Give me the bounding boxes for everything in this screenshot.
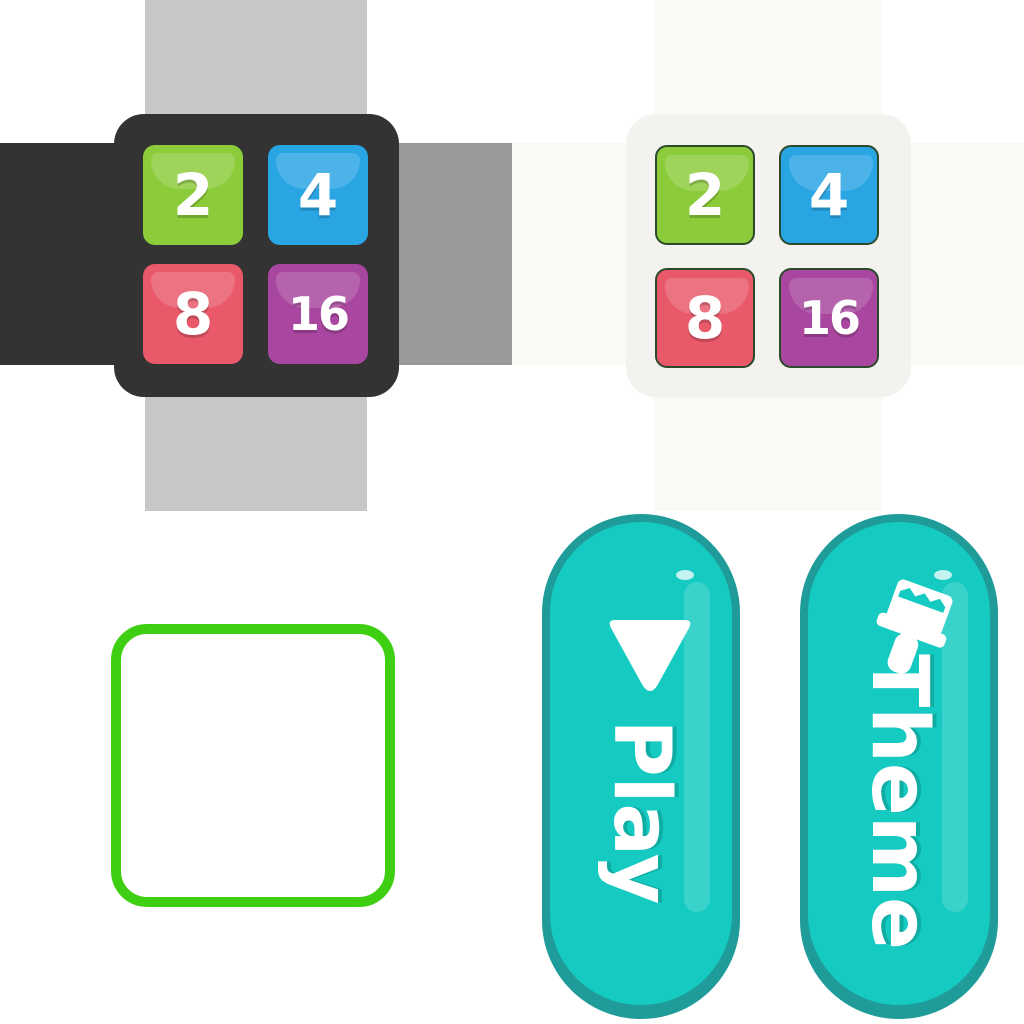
tile-2: 2 — [143, 145, 243, 245]
play-button[interactable]: Play — [542, 514, 740, 1019]
dark-watch-case: 2 4 8 16 — [114, 114, 399, 397]
selection-frame — [111, 624, 395, 907]
play-button-highlight — [676, 570, 694, 580]
play-button-face: Play — [550, 522, 732, 1005]
light-watch-case: 2 4 8 16 — [626, 114, 911, 397]
theme-button-face: Theme — [808, 522, 990, 1005]
theme-label: Theme — [854, 654, 944, 951]
tile-8: 8 — [143, 264, 243, 364]
tile-16: 16 — [268, 264, 368, 364]
play-icon — [609, 620, 691, 691]
tile-2: 2 — [655, 145, 755, 245]
theme-button[interactable]: Theme — [800, 514, 998, 1019]
tile-16: 16 — [779, 268, 879, 368]
play-label: Play — [596, 719, 686, 905]
tile-4: 4 — [268, 145, 368, 245]
tile-4: 4 — [779, 145, 879, 245]
tile-8: 8 — [655, 268, 755, 368]
